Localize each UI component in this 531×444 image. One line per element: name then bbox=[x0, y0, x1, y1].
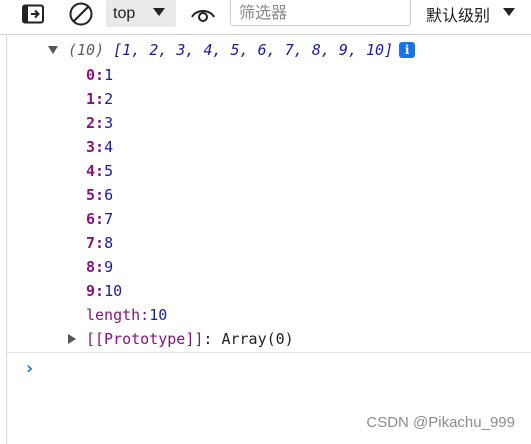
devtools-console: top 默认级别 (10) [1, 2, 3, 4, 5, 6, 7, 8, 9… bbox=[0, 0, 531, 444]
filter-input[interactable] bbox=[237, 2, 406, 23]
expand-triangle-icon[interactable] bbox=[68, 334, 76, 344]
item-value: 8 bbox=[104, 234, 114, 252]
item-value: 3 bbox=[104, 114, 114, 132]
chevron-down-icon bbox=[503, 8, 515, 16]
item-value: 4 bbox=[104, 138, 114, 156]
item-value: 7 bbox=[104, 210, 114, 228]
length-value: 10 bbox=[149, 306, 168, 324]
array-item-row: 5: 6 bbox=[86, 183, 113, 207]
array-item-row: 4: 5 bbox=[86, 159, 113, 183]
log-levels-dropdown[interactable]: 默认级别 bbox=[418, 0, 529, 27]
array-item-row: 6: 7 bbox=[86, 207, 113, 231]
expand-triangle-icon[interactable] bbox=[48, 46, 58, 54]
console-left-border bbox=[6, 35, 7, 444]
array-item-row: 8: 9 bbox=[86, 255, 113, 279]
levels-label: 默认级别 bbox=[426, 5, 491, 25]
item-value: 2 bbox=[104, 90, 114, 108]
prototype-value: : Array(0) bbox=[203, 330, 294, 348]
context-selector[interactable]: top bbox=[106, 0, 176, 27]
array-item-row: 7: 8 bbox=[86, 231, 113, 255]
item-value: 5 bbox=[104, 162, 114, 180]
item-value: 9 bbox=[104, 258, 114, 276]
array-count: (10) bbox=[68, 41, 105, 59]
dock-panel-button[interactable] bbox=[18, 0, 48, 27]
context-label: top bbox=[113, 4, 136, 22]
clear-console-icon bbox=[69, 2, 93, 25]
length-row: length: 10 bbox=[86, 303, 167, 327]
array-item-row: 9: 10 bbox=[86, 279, 122, 303]
item-value: 1 bbox=[104, 66, 114, 84]
live-expression-eye-icon bbox=[191, 9, 215, 22]
filter-input-container bbox=[230, 0, 411, 26]
item-key: 8: bbox=[86, 258, 105, 276]
console-prompt[interactable]: › bbox=[24, 356, 35, 380]
length-key: length: bbox=[86, 306, 150, 324]
array-preview: [1, 2, 3, 4, 5, 6, 7, 8, 9, 10] bbox=[113, 41, 394, 59]
array-item-row: 0: 1 bbox=[86, 63, 113, 87]
watermark: CSDN @Pikachu_999 bbox=[366, 414, 515, 431]
prototype-key: [[Prototype]] bbox=[86, 330, 204, 348]
item-key: 2: bbox=[86, 114, 105, 132]
clear-console-button[interactable] bbox=[64, 0, 98, 27]
prompt-divider bbox=[7, 352, 531, 353]
item-value: 6 bbox=[104, 186, 114, 204]
prototype-row[interactable]: [[Prototype]]: Array(0) bbox=[68, 327, 294, 351]
array-item-row: 3: 4 bbox=[86, 135, 113, 159]
array-summary-row[interactable]: (10) [1, 2, 3, 4, 5, 6, 7, 8, 9, 10] i bbox=[48, 38, 416, 62]
item-key: 1: bbox=[86, 90, 105, 108]
item-key: 3: bbox=[86, 138, 105, 156]
item-value: 10 bbox=[104, 282, 123, 300]
live-expression-button[interactable] bbox=[186, 0, 220, 27]
item-key: 5: bbox=[86, 186, 105, 204]
chevron-down-icon bbox=[153, 8, 165, 16]
item-key: 9: bbox=[86, 282, 105, 300]
console-toolbar: top 默认级别 bbox=[0, 0, 531, 35]
item-key: 6: bbox=[86, 210, 105, 228]
prompt-chevron-icon: › bbox=[24, 357, 35, 379]
array-item-row: 1: 2 bbox=[86, 87, 113, 111]
item-key: 7: bbox=[86, 234, 105, 252]
info-icon[interactable]: i bbox=[399, 42, 416, 58]
item-key: 0: bbox=[86, 66, 105, 84]
item-key: 4: bbox=[86, 162, 105, 180]
array-summary: (10) [1, 2, 3, 4, 5, 6, 7, 8, 9, 10] bbox=[68, 41, 393, 59]
array-item-row: 2: 3 bbox=[86, 111, 113, 135]
dock-panel-icon bbox=[22, 4, 44, 23]
